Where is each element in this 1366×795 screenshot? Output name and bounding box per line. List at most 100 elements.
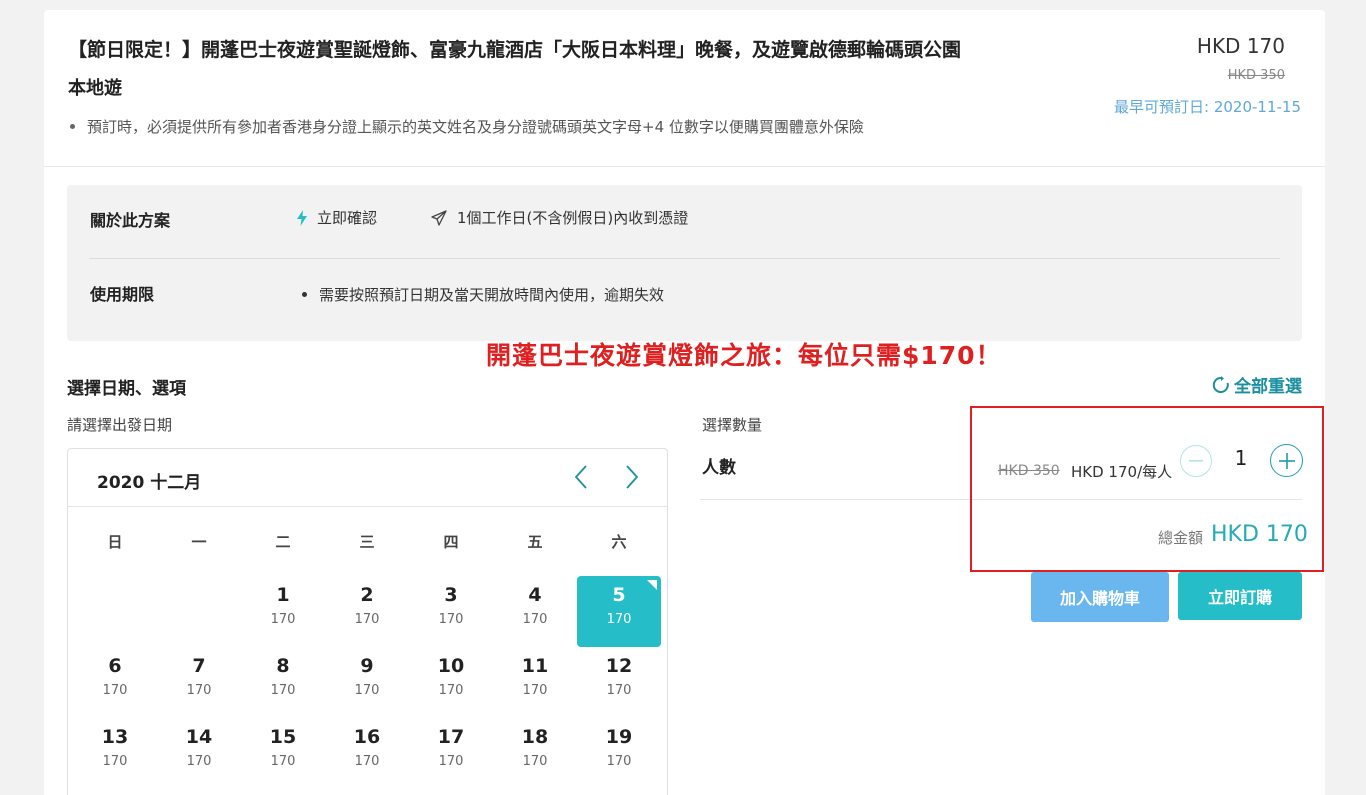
day-price: 170 — [270, 754, 296, 769]
calendar-day[interactable]: 14 170 — [157, 718, 241, 789]
calendar-day[interactable]: 13 170 — [73, 718, 157, 789]
day-number: 12 — [605, 655, 633, 677]
day-number: 8 — [276, 655, 290, 677]
day-number: 16 — [353, 726, 381, 748]
chevron-right-icon — [626, 465, 639, 489]
voucher-delivery-feature: 1個工作日(不含例假日)內收到憑證 — [431, 207, 688, 228]
day-price: 170 — [606, 683, 632, 698]
chevron-left-icon — [574, 465, 587, 489]
about-plan-label: 關於此方案 — [90, 211, 171, 230]
voucher-delivery-text: 1個工作日(不含例假日)內收到憑證 — [457, 209, 689, 227]
day-price: 170 — [438, 754, 464, 769]
calendar-day[interactable]: 5 170 — [577, 576, 661, 647]
day-number: 18 — [521, 726, 549, 748]
day-price: 170 — [354, 754, 380, 769]
weekday-header: 一 — [191, 533, 207, 551]
day-price: 170 — [606, 612, 632, 627]
day-number: 4 — [528, 584, 542, 606]
day-number: 6 — [108, 655, 122, 677]
next-month-button[interactable] — [619, 464, 645, 490]
reset-all-button[interactable]: 全部重選 — [1212, 372, 1302, 397]
validity-item: 需要按照預訂日期及當天開放時間內使用，逾期失效 — [302, 284, 664, 305]
day-number: 14 — [185, 726, 213, 748]
product-original-price: HKD 350 — [1227, 68, 1285, 83]
day-number: 19 — [605, 726, 633, 748]
validity-text: 需要按照預訂日期及當天開放時間內使用，逾期失效 — [319, 286, 665, 304]
calendar-day[interactable]: 1 170 — [241, 576, 325, 647]
calendar-day[interactable]: 8 170 — [241, 647, 325, 718]
prev-month-button[interactable] — [568, 464, 594, 490]
day-price: 170 — [102, 683, 128, 698]
lightning-icon — [297, 209, 307, 226]
day-number: 7 — [192, 655, 206, 677]
day-price: 170 — [522, 754, 548, 769]
calendar-day[interactable]: 10 170 — [409, 647, 493, 718]
calendar-month: 2020 十二月 — [97, 473, 202, 493]
calendar-day[interactable]: 16 170 — [325, 718, 409, 789]
calendar-day[interactable]: 6 170 — [73, 647, 157, 718]
day-price: 170 — [186, 683, 212, 698]
day-price: 170 — [522, 683, 548, 698]
add-to-cart-button[interactable]: 加入購物車 — [1031, 572, 1169, 622]
product-card: 【節日限定！】開蓬巴士夜遊賞聖誕燈飾、富豪九龍酒店「大阪日本料理」晚餐，及遊覽啟… — [44, 10, 1325, 795]
day-price: 170 — [354, 683, 380, 698]
calendar-day[interactable]: 11 170 — [493, 647, 577, 718]
product-price: HKD 170 — [1196, 34, 1285, 58]
weekday-header: 五 — [527, 533, 543, 551]
day-price: 170 — [270, 612, 296, 627]
weekday-header: 日 — [107, 533, 123, 551]
highlight-box — [970, 406, 1324, 572]
calendar-day[interactable]: 9 170 — [325, 647, 409, 718]
day-number: 15 — [269, 726, 297, 748]
product-title: 【節日限定！】開蓬巴士夜遊賞聖誕燈飾、富豪九龍酒店「大阪日本料理」晚餐，及遊覽啟… — [68, 39, 962, 61]
day-number: 5 — [612, 584, 626, 606]
plan-info-box: 關於此方案 立即確認 1個工作日(不含例假日)內收到憑證 使用期限 需要按照預訂… — [67, 185, 1302, 341]
calendar-day[interactable]: 12 170 — [577, 647, 661, 718]
send-icon — [431, 209, 447, 226]
reset-all-label: 全部重選 — [1234, 377, 1302, 397]
day-price: 170 — [186, 754, 212, 769]
day-price: 170 — [438, 683, 464, 698]
calendar-day[interactable]: 4 170 — [493, 576, 577, 647]
calendar-day[interactable]: 7 170 — [157, 647, 241, 718]
day-price: 170 — [354, 612, 380, 627]
divider — [89, 258, 1280, 259]
promo-banner: 開蓬巴士夜遊賞燈飾之旅：每位只需$170！ — [486, 341, 1002, 370]
divider — [44, 166, 1325, 167]
calendar-day[interactable]: 15 170 — [241, 718, 325, 789]
calendar-day[interactable]: 2 170 — [325, 576, 409, 647]
day-number: 13 — [101, 726, 129, 748]
bullet-icon — [70, 124, 75, 129]
calendar-day[interactable]: 3 170 — [409, 576, 493, 647]
calendar-day[interactable]: 17 170 — [409, 718, 493, 789]
calendar-day[interactable]: 18 170 — [493, 718, 577, 789]
day-number: 3 — [444, 584, 458, 606]
weekday-header: 四 — [443, 533, 459, 551]
calendar: 2020 十二月 日一二三四五六 1 170 2 170 3 170 4 170 5 170 6 170… — [67, 448, 668, 795]
book-now-button[interactable]: 立即訂購 — [1178, 572, 1302, 620]
calendar-header: 2020 十二月 — [68, 449, 667, 507]
refresh-icon — [1212, 375, 1229, 393]
persons-label: 人數 — [702, 458, 736, 478]
earliest-booking-date: 最早可預訂日: 2020-11-15 — [1114, 98, 1301, 116]
day-price: 170 — [606, 754, 632, 769]
day-price: 170 — [102, 754, 128, 769]
booking-note-text: 預訂時，必須提供所有參加者香港身分證上顯示的英文姓名及身分證號碼頭英文字母+4 … — [87, 118, 864, 136]
day-number: 10 — [437, 655, 465, 677]
instant-confirm-text: 立即確認 — [317, 209, 378, 227]
product-subtitle: 本地遊 — [68, 78, 122, 99]
day-number: 9 — [360, 655, 374, 677]
day-number: 11 — [521, 655, 549, 677]
calendar-day[interactable]: 19 170 — [577, 718, 661, 789]
day-price: 170 — [438, 612, 464, 627]
quantity-label: 選擇數量 — [702, 416, 763, 434]
day-number: 1 — [276, 584, 290, 606]
day-number: 2 — [360, 584, 374, 606]
validity-label: 使用期限 — [90, 285, 155, 304]
day-price: 170 — [270, 683, 296, 698]
day-price: 170 — [522, 612, 548, 627]
booking-note: 預訂時，必須提供所有參加者香港身分證上顯示的英文姓名及身分證號碼頭英文字母+4 … — [68, 116, 864, 137]
date-pick-label: 請選擇出發日期 — [67, 416, 173, 434]
instant-confirm-feature: 立即確認 — [297, 207, 377, 228]
weekday-header: 二 — [275, 533, 291, 551]
